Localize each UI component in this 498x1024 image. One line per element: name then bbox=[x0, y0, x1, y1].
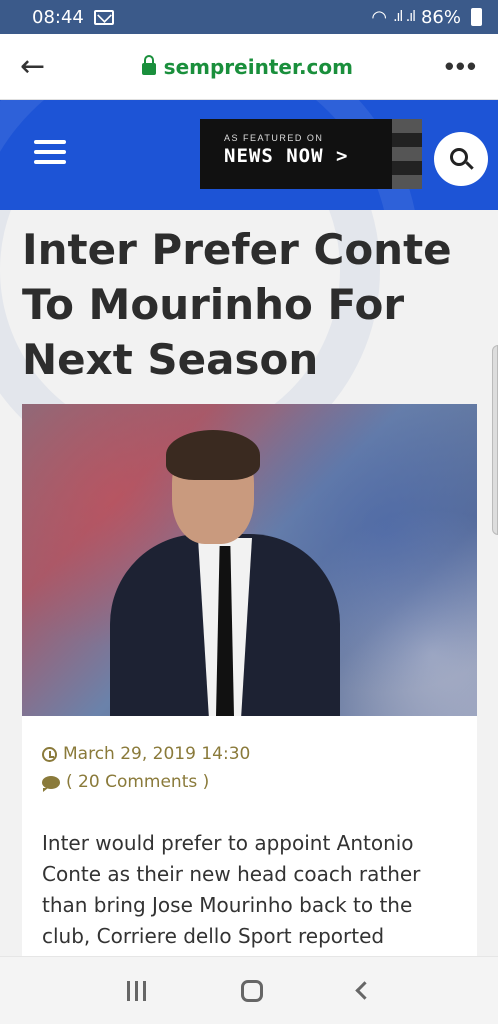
lock-icon bbox=[141, 54, 156, 75]
comments-link[interactable]: ( 20 Comments ) bbox=[66, 772, 209, 792]
comments-row[interactable]: ( 20 Comments ) bbox=[42, 768, 250, 796]
article-meta: March 29, 2019 14:30 ( 20 Comments ) bbox=[42, 740, 250, 796]
newsnow-pixel-blocks bbox=[392, 119, 422, 189]
coach-photo bbox=[110, 430, 340, 716]
status-bar: 08:44 ◠ .ıl .ıl 86% bbox=[0, 0, 498, 34]
recents-icon[interactable] bbox=[127, 980, 147, 1001]
scroll-handle[interactable] bbox=[492, 345, 498, 535]
article-date: March 29, 2019 14:30 bbox=[63, 744, 251, 764]
android-nav-bar bbox=[0, 956, 498, 1024]
status-time: 08:44 bbox=[32, 6, 84, 28]
signal-icon: .ıl .ıl bbox=[393, 9, 416, 25]
more-options-icon[interactable]: ••• bbox=[445, 51, 478, 82]
search-icon bbox=[450, 148, 468, 166]
clock-icon bbox=[42, 746, 57, 762]
back-arrow-icon[interactable]: ← bbox=[20, 49, 50, 84]
site-header: AS FEATURED ON NEWS NOW > bbox=[0, 100, 498, 210]
search-button[interactable] bbox=[434, 132, 488, 186]
battery-percent: 86% bbox=[420, 6, 461, 28]
mail-icon bbox=[93, 9, 114, 25]
home-icon[interactable] bbox=[240, 979, 263, 1002]
article-content: Inter Prefer Conte To Mourinho For Next … bbox=[0, 210, 498, 956]
article-card: March 29, 2019 14:30 ( 20 Comments ) Int… bbox=[22, 716, 477, 956]
newsnow-caption: AS FEATURED ON bbox=[224, 133, 324, 143]
wifi-icon: ◠ bbox=[371, 6, 388, 28]
comment-icon bbox=[42, 775, 60, 792]
menu-icon[interactable] bbox=[34, 140, 66, 164]
date-row: March 29, 2019 14:30 bbox=[42, 740, 250, 768]
battery-icon bbox=[471, 8, 482, 26]
newsnow-banner[interactable]: AS FEATURED ON NEWS NOW > bbox=[200, 119, 422, 189]
address-field[interactable]: sempreinter.com bbox=[50, 54, 445, 79]
newsnow-logo: NEWS NOW > bbox=[224, 145, 349, 167]
url-text: sempreinter.com bbox=[163, 54, 353, 79]
status-right: ◠ .ıl .ıl 86% bbox=[371, 7, 482, 28]
browser-url-bar: ← sempreinter.com ••• bbox=[0, 34, 498, 100]
back-icon[interactable] bbox=[354, 981, 374, 1000]
article-hero-image bbox=[22, 404, 477, 716]
article-body: Inter would prefer to appoint Antonio Co… bbox=[42, 831, 421, 948]
article-title: Inter Prefer Conte To Mourinho For Next … bbox=[22, 225, 452, 384]
